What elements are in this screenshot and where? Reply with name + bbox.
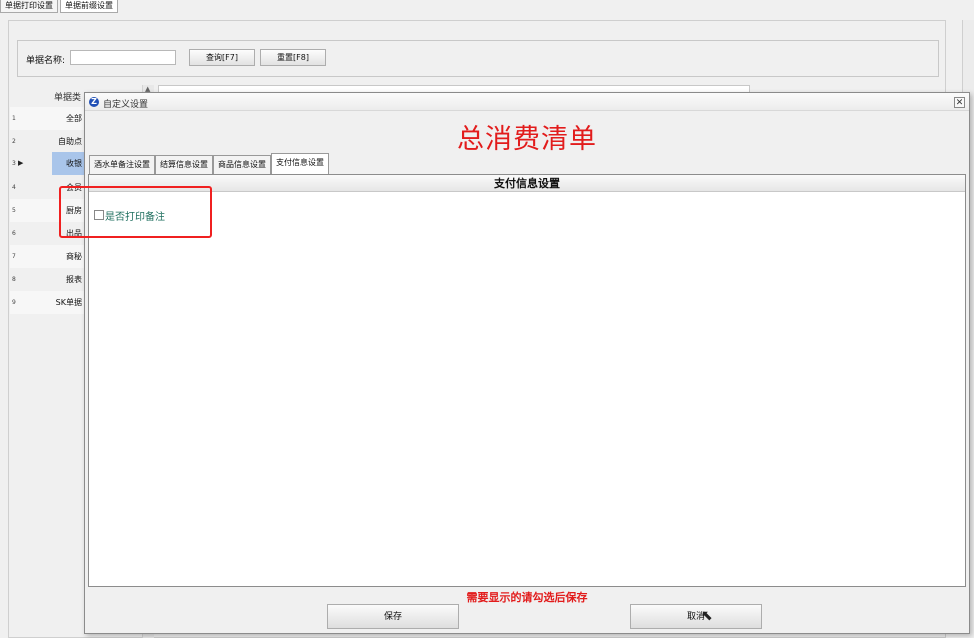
custom-settings-dialog: Z 自定义设置 ✕ 总消费清单 酒水单备注设置 结算信息设置 商品信息设置 支付… xyxy=(84,92,970,634)
highlight-box xyxy=(59,186,212,238)
row-index: 5 xyxy=(12,207,16,214)
row-pointer-icon: ▶ xyxy=(18,159,24,167)
row-index: 2 xyxy=(12,138,16,145)
row-index: 9 xyxy=(12,299,16,306)
hint-text: 需要显示的请勾选后保存 xyxy=(466,591,588,604)
filter-panel: 单据名称: 查询[F7] 重置[F8] xyxy=(17,40,939,77)
row-name: 自助点 xyxy=(58,137,82,146)
row-name: 商秘 xyxy=(66,252,82,261)
tab-prefix-settings[interactable]: 单据前缀设置 xyxy=(60,0,118,13)
dialog-title: 自定义设置 xyxy=(103,100,149,110)
left-grid-header: 单据类 xyxy=(54,93,82,103)
tab-drink-note-settings[interactable]: 酒水单备注设置 xyxy=(89,155,155,174)
row-name: SK单据 xyxy=(55,298,82,307)
tab-product-settings[interactable]: 商品信息设置 xyxy=(213,155,271,174)
row-index: 8 xyxy=(12,276,16,283)
row-index: 3 xyxy=(12,160,16,167)
row-index: 4 xyxy=(12,184,16,191)
table-row[interactable]: 8 报表 xyxy=(10,268,86,291)
query-button[interactable]: 查询[F7] xyxy=(189,49,255,66)
receipt-title: 总消费清单 xyxy=(457,124,597,155)
doc-name-input[interactable] xyxy=(70,50,176,65)
app-logo-icon: Z xyxy=(89,97,99,107)
tab-payment-settings[interactable]: 支付信息设置 xyxy=(271,153,329,174)
dialog-titlebar[interactable]: Z 自定义设置 ✕ xyxy=(85,93,969,111)
table-row[interactable]: 9 SK单据 xyxy=(10,291,86,314)
cancel-button[interactable]: 取消 xyxy=(630,604,762,629)
row-name: 报表 xyxy=(66,275,82,284)
tab-settlement-settings[interactable]: 结算信息设置 xyxy=(155,155,213,174)
table-row[interactable]: 2 自助点 xyxy=(10,130,86,153)
row-index: 1 xyxy=(12,115,16,122)
tab-content-panel: 支付信息设置 是否打印备注 xyxy=(88,174,966,587)
close-icon[interactable]: ✕ xyxy=(954,97,965,108)
table-row[interactable]: 7 商秘 xyxy=(10,245,86,268)
row-name: 全部 xyxy=(66,114,82,123)
doc-name-label: 单据名称: xyxy=(26,56,66,66)
table-row[interactable]: 1 全部 xyxy=(10,107,86,130)
tab-print-settings[interactable]: 单据打印设置 xyxy=(0,0,58,13)
row-name: 收银 xyxy=(66,159,82,168)
row-index: 6 xyxy=(12,230,16,237)
save-button[interactable]: 保存 xyxy=(327,604,459,629)
reset-button[interactable]: 重置[F8] xyxy=(260,49,326,66)
section-header: 支付信息设置 xyxy=(89,175,965,192)
mouse-cursor-icon: ⬉ xyxy=(701,608,713,624)
table-row-selected[interactable]: 3 ▶ 收银 xyxy=(10,152,86,175)
row-index: 7 xyxy=(12,253,16,260)
